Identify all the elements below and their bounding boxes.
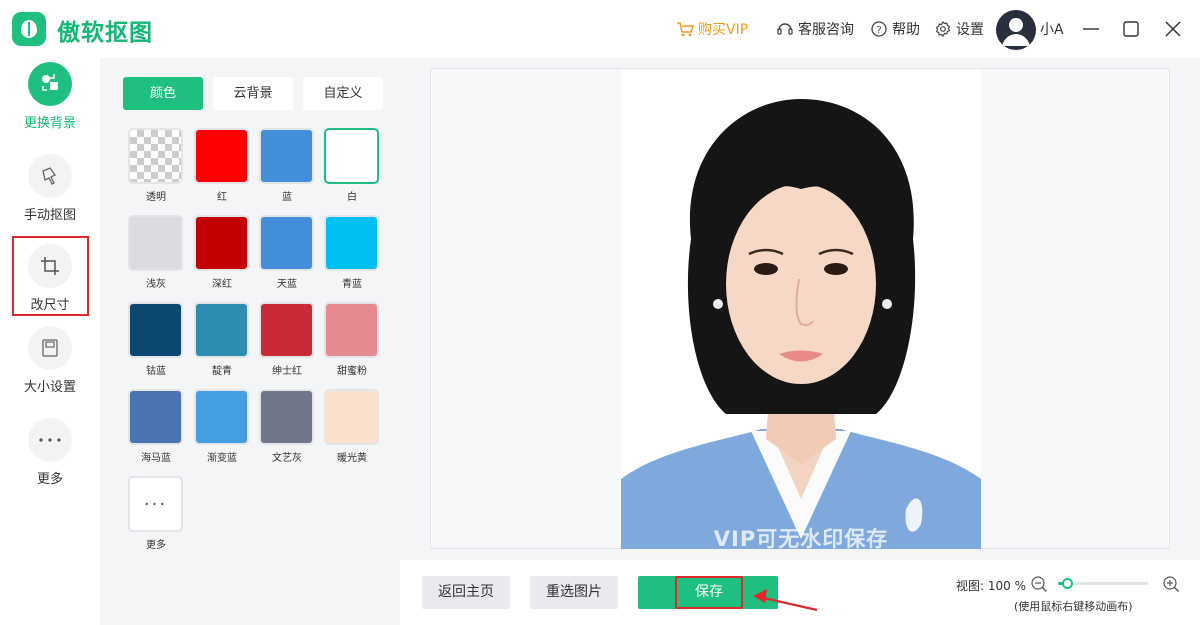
background-panel: 颜色 云背景 自定义 透明 红 蓝 白浅灰 深红 天蓝 青蓝钴蓝 靛青 绅士红 甜蜜粉海马蓝 渐变蓝…	[100, 58, 400, 625]
color-swatch[interactable]	[259, 215, 314, 271]
color-swatch-label: 文艺灰	[272, 453, 302, 464]
portrait-photo: VIP可无水印保存	[621, 69, 981, 549]
tool-label: 大小设置	[23, 380, 76, 395]
settings-button[interactable]: 设置	[934, 19, 984, 39]
color-swatch-label: 蓝	[282, 192, 292, 203]
preview-canvas[interactable]: VIP可无水印保存	[430, 68, 1170, 549]
zoom-out-icon[interactable]	[1030, 575, 1048, 593]
color-swatch[interactable]	[259, 302, 314, 358]
color-swatch[interactable]	[324, 128, 379, 184]
help-button[interactable]: ? 帮助	[870, 19, 920, 39]
color-swatch-label: 红	[217, 192, 227, 203]
user-avatar[interactable]	[996, 10, 1036, 50]
color-swatch[interactable]	[128, 389, 183, 445]
tool-more[interactable]: 更多	[0, 418, 100, 487]
minimize-icon	[1083, 28, 1099, 30]
save-button[interactable]: 保存	[675, 576, 743, 609]
tool-sidebar: 更换背景 手动抠图 改尺寸 大小设置 更多	[0, 60, 100, 625]
app-title: 傲软抠图	[57, 20, 153, 46]
preview-area: VIP可无水印保存	[400, 58, 1200, 560]
color-swatch[interactable]	[324, 302, 379, 358]
zoom-slider[interactable]	[1058, 578, 1148, 589]
resize-highlight-box	[12, 236, 89, 316]
customer-service-label: 客服咨询	[798, 22, 854, 38]
color-swatch-label: 更多	[146, 540, 166, 551]
user-icon	[1002, 18, 1030, 46]
settings-label: 设置	[956, 22, 984, 38]
vip-watermark: VIP可无水印保存	[713, 527, 889, 549]
color-swatch[interactable]	[194, 128, 249, 184]
color-swatch-label: 海马蓝	[141, 453, 171, 464]
color-swatch-label: 渐变蓝	[207, 453, 237, 464]
app-window: 傲软抠图 购买VIP 客服咨询 ? 帮助 设置 小A 更换背景 手动抠图 改尺寸…	[0, 0, 1200, 625]
buy-vip-label: 购买VIP	[698, 22, 749, 38]
tab-custom[interactable]: 自定义	[303, 77, 383, 110]
bottom-toolbar: 返回主页 重选图片 保存 视图: 100 % (使用鼠标右键移动画布)	[400, 560, 1200, 625]
zoom-hint: (使用鼠标右键移动画布)	[1014, 600, 1133, 613]
title-bar: 傲软抠图 购买VIP 客服咨询 ? 帮助 设置 小A	[0, 0, 1200, 60]
color-swatch[interactable]	[194, 215, 249, 271]
tool-size-settings[interactable]: 大小设置	[0, 326, 100, 395]
color-swatch-label: 甜蜜粉	[337, 366, 367, 377]
close-button[interactable]	[1160, 16, 1186, 42]
color-swatch[interactable]	[259, 128, 314, 184]
color-swatch[interactable]	[128, 128, 183, 184]
tab-cloud-background[interactable]: 云背景	[213, 77, 293, 110]
color-swatch-label: 靛青	[212, 366, 232, 377]
size-settings-icon	[28, 326, 72, 370]
color-swatch-label: 钴蓝	[146, 366, 166, 377]
color-swatch[interactable]	[324, 389, 379, 445]
more-colors-swatch[interactable]: ···	[128, 476, 183, 532]
zoom-slider-handle[interactable]	[1062, 578, 1074, 589]
app-logo-icon	[12, 12, 46, 46]
color-swatch-label: 白	[347, 192, 357, 203]
close-icon	[1165, 21, 1181, 37]
zoom-in-icon[interactable]	[1162, 575, 1180, 593]
gear-icon	[935, 21, 951, 37]
tool-change-background[interactable]: 更换背景	[0, 62, 100, 131]
color-swatch-label: 青蓝	[342, 279, 362, 290]
color-swatch[interactable]	[259, 389, 314, 445]
change-background-icon	[28, 62, 72, 106]
customer-service-button[interactable]: 客服咨询	[776, 19, 854, 39]
more-dots-icon: ···	[143, 493, 168, 515]
more-dots-icon	[28, 418, 72, 462]
help-icon: ?	[871, 21, 887, 37]
color-swatch-label: 浅灰	[146, 279, 166, 290]
color-swatch-label: 深红	[212, 279, 232, 290]
svg-text:?: ?	[876, 25, 881, 36]
color-swatch[interactable]	[128, 302, 183, 358]
tool-label: 更多	[36, 472, 63, 487]
tool-manual-cutout[interactable]: 手动抠图	[0, 154, 100, 223]
tab-color[interactable]: 颜色	[123, 77, 203, 110]
maximize-icon	[1123, 21, 1139, 37]
color-swatch[interactable]	[194, 302, 249, 358]
color-swatch-label: 透明	[146, 192, 166, 203]
username: 小A	[1040, 22, 1064, 38]
color-swatch[interactable]	[194, 389, 249, 445]
minimize-button[interactable]	[1078, 16, 1104, 42]
cart-icon	[677, 22, 694, 37]
back-home-button[interactable]: 返回主页	[422, 576, 510, 609]
buy-vip-button[interactable]: 购买VIP	[676, 19, 748, 39]
reselect-image-button[interactable]: 重选图片	[530, 576, 618, 609]
manual-cutout-icon	[28, 154, 72, 198]
help-label: 帮助	[892, 22, 920, 38]
color-swatch[interactable]	[128, 215, 183, 271]
tool-label: 更换背景	[23, 116, 76, 131]
color-swatch-label: 天蓝	[277, 279, 297, 290]
portrait-image	[621, 69, 981, 549]
color-swatch-label: 暖光黄	[337, 453, 367, 464]
color-swatch[interactable]	[324, 215, 379, 271]
maximize-button[interactable]	[1118, 16, 1144, 42]
tool-label: 手动抠图	[23, 208, 76, 223]
headset-icon	[777, 23, 793, 35]
color-swatch-label: 绅士红	[272, 366, 302, 377]
arrow-annotation-icon	[753, 589, 818, 612]
zoom-level-label: 视图: 100 %	[956, 579, 1026, 593]
